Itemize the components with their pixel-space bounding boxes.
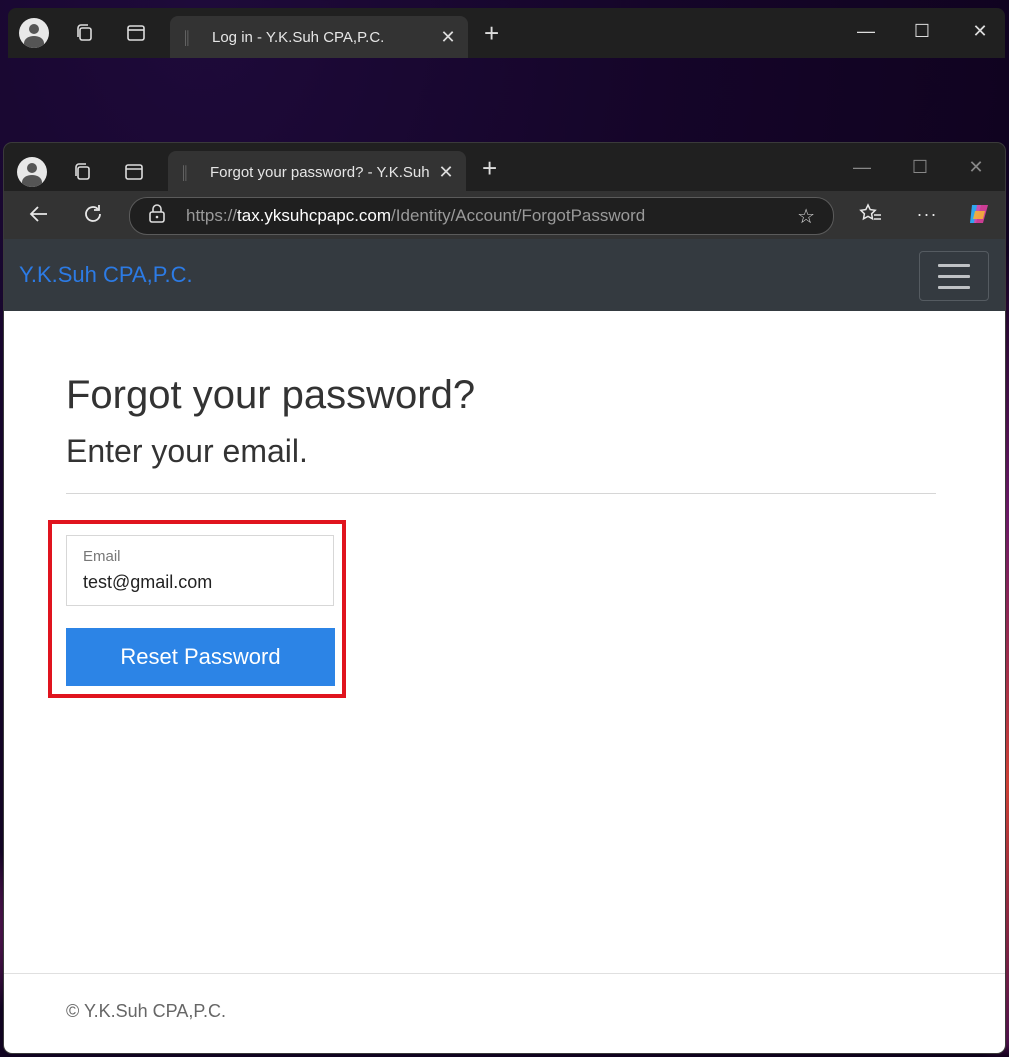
site-brand-link[interactable]: Y.K.Suh CPA,P.C.	[19, 262, 193, 288]
address-toolbar: https://tax.yksuhcpapc.com/Identity/Acco…	[4, 191, 1005, 239]
tab-actions-icon[interactable]	[120, 17, 152, 49]
footer-divider	[4, 973, 1005, 974]
url-scheme: https://	[186, 206, 238, 225]
tab-title: Forgot your password? - Y.K.Suh C	[210, 163, 434, 181]
url-host: tax.yksuhcpapc.com	[237, 206, 392, 225]
favorites-icon[interactable]	[854, 197, 888, 231]
tab-bar: ║ Forgot your password? - Y.K.Suh C ✕ + …	[4, 143, 1005, 193]
new-tab-button[interactable]: +	[482, 153, 497, 184]
background-browser-window: ║ Log in - Y.K.Suh CPA,P.C. ✕ + — ☐ ✕	[8, 8, 1005, 58]
back-icon[interactable]	[22, 197, 56, 231]
favorite-star-icon[interactable]: ☆	[797, 204, 815, 229]
close-tab-icon[interactable]: ✕	[434, 162, 458, 183]
workspaces-icon[interactable]	[68, 17, 100, 49]
lock-icon[interactable]	[148, 203, 170, 229]
copilot-icon[interactable]	[962, 197, 996, 231]
maximize-button[interactable]: ☐	[902, 21, 942, 42]
tab-actions-icon[interactable]	[118, 156, 150, 188]
tab-forgot-password[interactable]: ║ Forgot your password? - Y.K.Suh C ✕	[168, 151, 466, 193]
tab-log-in[interactable]: ║ Log in - Y.K.Suh CPA,P.C. ✕	[170, 16, 468, 58]
more-icon[interactable]: ···	[910, 197, 944, 231]
tab-favicon: ║	[180, 164, 190, 180]
minimize-button[interactable]: —	[842, 157, 882, 178]
profile-icon[interactable]	[18, 17, 50, 49]
maximize-button[interactable]: ☐	[900, 157, 940, 178]
tab-favicon: ║	[182, 29, 192, 45]
close-tab-icon[interactable]: ✕	[436, 27, 460, 48]
tab-title: Log in - Y.K.Suh CPA,P.C.	[212, 28, 385, 46]
page-title: Forgot your password?	[66, 373, 476, 417]
page-content: Forgot your password? Enter your email. …	[4, 311, 1005, 1053]
browser-window: ║ Forgot your password? - Y.K.Suh C ✕ + …	[4, 143, 1005, 1053]
email-label: Email	[83, 548, 121, 565]
email-field[interactable]: Email test@gmail.com	[66, 535, 334, 606]
page-subtitle: Enter your email.	[66, 433, 308, 469]
refresh-icon[interactable]	[76, 197, 110, 231]
minimize-button[interactable]: —	[846, 21, 886, 42]
workspaces-icon[interactable]	[66, 156, 98, 188]
close-window-button[interactable]: ✕	[960, 21, 1000, 42]
address-bar[interactable]: https://tax.yksuhcpapc.com/Identity/Acco…	[129, 197, 834, 235]
close-window-button[interactable]: ✕	[956, 157, 996, 178]
footer-text: © Y.K.Suh CPA,P.C.	[66, 1001, 227, 1021]
email-input[interactable]: test@gmail.com	[83, 572, 212, 593]
new-tab-button[interactable]: +	[484, 18, 499, 49]
site-navbar: Y.K.Suh CPA,P.C.	[4, 239, 1005, 311]
reset-password-button[interactable]: Reset Password	[66, 628, 335, 686]
url-path: /Identity/Account/ForgotPassword	[391, 206, 646, 225]
hamburger-icon[interactable]	[919, 251, 989, 301]
profile-icon[interactable]	[16, 156, 48, 188]
divider	[66, 493, 936, 494]
